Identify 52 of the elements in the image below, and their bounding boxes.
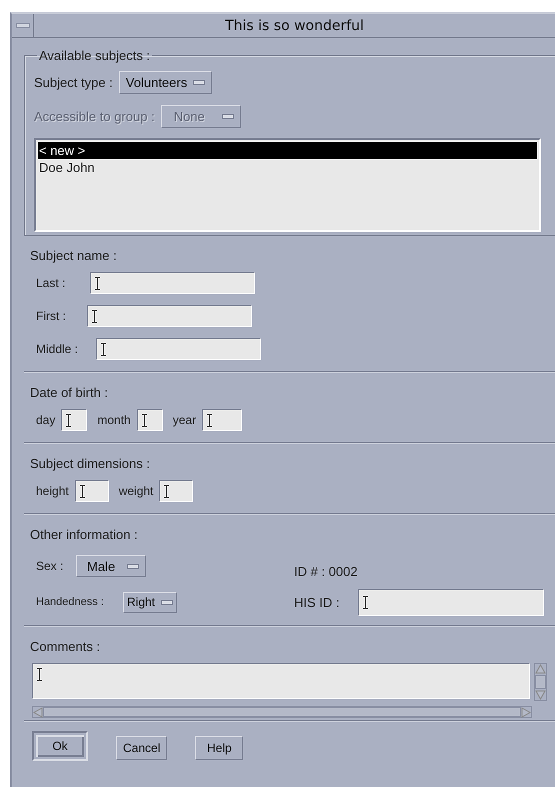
field-label: Sex : bbox=[36, 559, 64, 573]
text-cursor-icon bbox=[66, 414, 72, 426]
id-number: ID # : 0002 bbox=[294, 564, 358, 578]
text-field[interactable] bbox=[90, 272, 255, 294]
text-cursor-icon bbox=[142, 414, 147, 426]
text-field[interactable] bbox=[358, 588, 544, 616]
option-menu[interactable]: Right bbox=[123, 592, 178, 612]
text-cursor-icon bbox=[92, 310, 97, 322]
field-label: Last : bbox=[36, 276, 66, 290]
vertical-scrollbar[interactable] bbox=[534, 663, 547, 701]
text-field[interactable] bbox=[61, 409, 88, 431]
field-label: Accessible to group : bbox=[34, 108, 155, 124]
field-label: height bbox=[36, 484, 69, 498]
field-label: month bbox=[97, 413, 131, 427]
text-cursor-icon bbox=[37, 668, 42, 681]
dialog-button[interactable]: Help bbox=[195, 736, 244, 760]
text-cursor-icon bbox=[95, 276, 100, 290]
text-field[interactable] bbox=[87, 305, 252, 327]
horizontal-scrollbar[interactable] bbox=[32, 706, 532, 718]
field-label: Subject type : bbox=[34, 74, 113, 90]
text-field[interactable] bbox=[74, 480, 109, 502]
field-label: year bbox=[172, 413, 196, 427]
section-title: Date of birth : bbox=[30, 385, 110, 400]
field-label: HIS ID : bbox=[294, 594, 341, 610]
field-label: First : bbox=[36, 309, 67, 323]
list-item[interactable]: Doe John bbox=[38, 159, 537, 176]
text-field[interactable] bbox=[136, 409, 163, 431]
text-cursor-icon bbox=[363, 596, 368, 608]
field-label: Handedness : bbox=[36, 596, 105, 608]
text-cursor-icon bbox=[207, 414, 212, 426]
field-label: day bbox=[36, 413, 56, 427]
field-label: Middle : bbox=[36, 342, 80, 356]
section-title: Other information : bbox=[30, 527, 139, 542]
text-field[interactable] bbox=[202, 409, 242, 431]
section-title: Subject name : bbox=[30, 248, 118, 263]
comments-area[interactable] bbox=[32, 663, 530, 699]
field-label: weight bbox=[118, 484, 154, 498]
text-field[interactable] bbox=[96, 338, 261, 360]
dialog-button[interactable]: Ok bbox=[32, 731, 88, 761]
group-title: Available subjects : bbox=[38, 48, 152, 63]
text-cursor-icon bbox=[101, 342, 106, 356]
text-cursor-icon bbox=[80, 484, 85, 498]
text-field[interactable] bbox=[159, 480, 194, 502]
list-item[interactable]: < new > bbox=[38, 142, 537, 159]
window-title: This is so wonderful bbox=[224, 18, 365, 34]
section-title: Comments : bbox=[30, 639, 102, 654]
section-title: Subject dimensions : bbox=[30, 456, 151, 471]
text-cursor-icon bbox=[164, 484, 170, 498]
option-menu[interactable]: Volunteers bbox=[118, 70, 212, 94]
option-menu[interactable]: Male bbox=[76, 555, 146, 577]
dialog-button[interactable]: Cancel bbox=[116, 736, 168, 760]
scroll-thumb[interactable] bbox=[535, 675, 546, 689]
